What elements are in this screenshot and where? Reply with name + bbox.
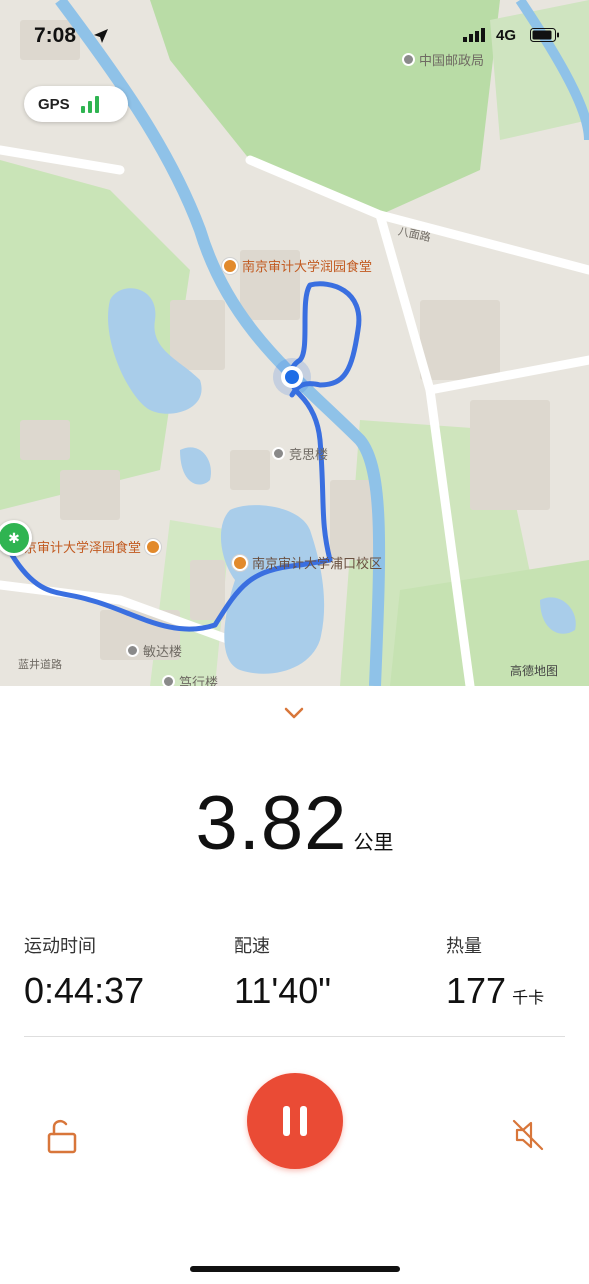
- place-icon: [162, 675, 175, 686]
- current-location-marker: [281, 366, 303, 388]
- place-bottom-left: 蓝井道路: [18, 659, 62, 671]
- place-building-1[interactable]: 竞思楼: [272, 444, 328, 463]
- place-icon: [272, 447, 285, 460]
- home-indicator[interactable]: [190, 1266, 400, 1272]
- restaurant-icon: [145, 538, 162, 555]
- network-type: 4G: [496, 27, 517, 44]
- stat-calories: 热量 177 千卡: [446, 932, 544, 1012]
- poi-campus[interactable]: 南京审计大学浦口校区: [232, 553, 382, 572]
- status-bar: 7:08 4G: [0, 0, 589, 70]
- chevron-down-icon[interactable]: [282, 702, 306, 724]
- distance-unit: 公里: [353, 832, 394, 854]
- stat-label: 运动时间: [24, 936, 96, 956]
- restaurant-icon: [222, 257, 238, 274]
- stat-value: 177: [446, 970, 507, 1011]
- map-view[interactable]: 南京审计大学润园食堂 京审计大学泽园食堂 南京审计大学浦口校区 中国邮政局 竞思…: [0, 0, 589, 686]
- map-attribution: 高德地图: [510, 664, 559, 678]
- unlock-icon[interactable]: [44, 1116, 80, 1156]
- stat-value: 11'40": [234, 970, 332, 1011]
- distance-display: 3.82 公里: [0, 780, 589, 867]
- gps-signal-icon: [80, 95, 102, 113]
- place-building-2[interactable]: 敏达楼: [126, 641, 182, 660]
- school-icon: [232, 554, 248, 571]
- runner-icon: ✱: [8, 529, 20, 546]
- place-building-3[interactable]: 笃行楼: [162, 672, 218, 686]
- gps-indicator: GPS: [24, 86, 128, 122]
- poi-canteen-left[interactable]: 京审计大学泽园食堂: [24, 537, 162, 556]
- gps-label: GPS: [38, 95, 70, 113]
- stat-value: 0:44:37: [24, 970, 145, 1011]
- pause-button[interactable]: [247, 1073, 343, 1169]
- distance-value: 3.82: [195, 781, 348, 866]
- stat-unit: 千卡: [512, 990, 545, 1007]
- place-icon: [126, 644, 139, 657]
- battery-icon: [530, 28, 559, 42]
- stat-label: 配速: [234, 936, 270, 956]
- stat-pace: 配速 11'40": [234, 932, 331, 1012]
- pause-icon: [283, 1106, 290, 1136]
- divider: [24, 1036, 565, 1037]
- location-arrow-icon: [94, 29, 108, 43]
- sound-off-icon[interactable]: [509, 1116, 547, 1154]
- stat-duration: 运动时间 0:44:37: [24, 932, 144, 1012]
- poi-canteen[interactable]: 南京审计大学润园食堂: [222, 256, 372, 275]
- stat-label: 热量: [446, 936, 482, 956]
- cellular-signal-icon: [463, 28, 485, 42]
- status-time: 7:08: [34, 24, 77, 47]
